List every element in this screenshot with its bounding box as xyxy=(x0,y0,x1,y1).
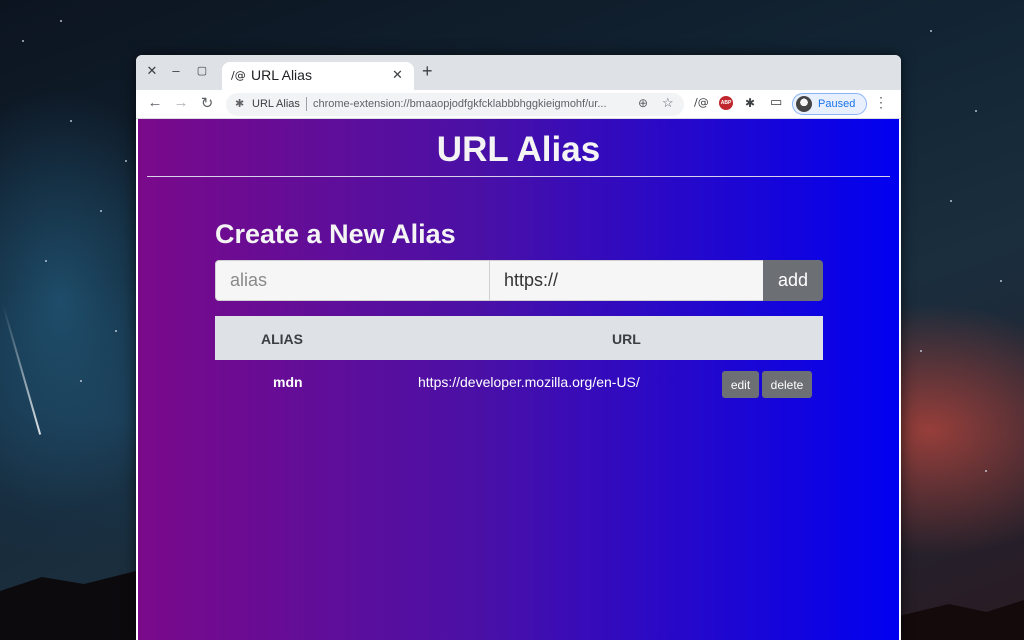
window-minimize-icon[interactable]: – xyxy=(168,63,184,79)
address-bar[interactable]: ✱ URL Alias chrome-extension://bmaaopjod… xyxy=(226,93,684,116)
delete-button[interactable]: delete xyxy=(762,371,812,398)
star xyxy=(45,260,47,262)
window-close-icon[interactable]: ✕ xyxy=(144,63,160,79)
extension-page: URL Alias Create a New Alias add ALIAS U… xyxy=(138,119,899,640)
window-maximize-icon[interactable]: ▢ xyxy=(194,63,210,79)
star xyxy=(975,110,977,112)
profile-status-label: Paused xyxy=(818,98,856,110)
star xyxy=(950,200,952,202)
site-name: URL Alias xyxy=(252,98,300,110)
browser-toolbar: ← → ↻ ✱ URL Alias chrome-extension://bma… xyxy=(136,90,901,119)
alias-table-header: ALIAS URL xyxy=(215,316,823,360)
zoom-icon[interactable]: ⊕ xyxy=(638,96,648,110)
section-heading: Create a New Alias xyxy=(215,219,456,249)
table-row: mdn https://developer.mozilla.org/en-US/… xyxy=(215,360,823,404)
star xyxy=(115,330,117,332)
cast-icon[interactable]: ▭ xyxy=(770,95,782,110)
url-text[interactable]: chrome-extension://bmaaopjodfgkfcklabbbh… xyxy=(313,98,607,110)
url-cell: https://developer.mozilla.org/en-US/ xyxy=(418,374,640,390)
tab-url-alias[interactable]: /@ URL Alias ✕ xyxy=(222,62,414,90)
star xyxy=(22,40,24,42)
adblock-plus-icon[interactable]: ABP xyxy=(719,96,733,110)
forward-arrow-icon[interactable]: → xyxy=(171,94,191,111)
mountain-silhouette xyxy=(0,570,140,640)
url-input[interactable] xyxy=(489,260,764,301)
browser-menu-icon[interactable]: ⋮ xyxy=(874,94,888,111)
reload-icon[interactable]: ↻ xyxy=(197,94,217,112)
page-title: URL Alias xyxy=(436,130,601,169)
url-alias-favicon-icon: /@ xyxy=(231,69,246,82)
meteor-streak xyxy=(2,304,42,435)
extension-puzzle-icon: ✱ xyxy=(235,98,245,110)
back-arrow-icon[interactable]: ← xyxy=(145,94,165,111)
url-alias-extension-icon[interactable]: /@ xyxy=(694,96,709,109)
alias-input[interactable] xyxy=(215,260,490,301)
star xyxy=(1000,280,1002,282)
title-divider xyxy=(147,176,890,177)
new-tab-icon[interactable]: + xyxy=(422,61,433,82)
title-bar: ✕ – ▢ /@ URL Alias ✕ + xyxy=(136,55,901,90)
avatar xyxy=(796,96,812,112)
tab-close-icon[interactable]: ✕ xyxy=(392,67,403,83)
star xyxy=(100,210,102,212)
profile-button[interactable]: Paused xyxy=(792,93,867,115)
alias-cell: mdn xyxy=(273,374,303,390)
column-header-url: URL xyxy=(612,331,641,347)
star xyxy=(125,160,127,162)
omnibox-divider xyxy=(306,97,307,111)
extensions-puzzle-icon[interactable]: ✱ xyxy=(745,96,755,110)
star xyxy=(60,20,62,22)
add-button[interactable]: add xyxy=(763,260,823,301)
mountain-silhouette xyxy=(899,600,1024,640)
star xyxy=(985,470,987,472)
bookmark-star-icon[interactable]: ☆ xyxy=(662,95,674,111)
edit-button[interactable]: edit xyxy=(722,371,759,398)
tab-title: URL Alias xyxy=(251,67,312,83)
star xyxy=(930,30,932,32)
star xyxy=(70,120,72,122)
star xyxy=(920,350,922,352)
star xyxy=(80,380,82,382)
column-header-alias: ALIAS xyxy=(261,331,303,347)
browser-window: ✕ – ▢ /@ URL Alias ✕ + ← → ↻ ✱ URL Alias… xyxy=(136,55,901,640)
